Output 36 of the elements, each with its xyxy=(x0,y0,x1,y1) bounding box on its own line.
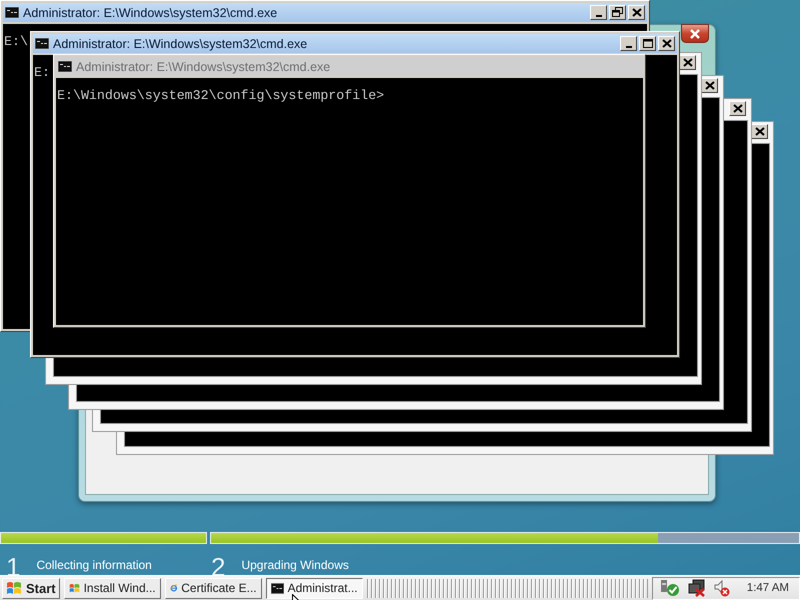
step-label: Collecting information xyxy=(36,558,152,572)
console-text: E:\ xyxy=(4,34,28,49)
close-icon xyxy=(730,102,744,115)
minimize-button[interactable] xyxy=(620,36,637,51)
window-title: Administrator: E:\Windows\system32\cmd.exe xyxy=(23,6,278,20)
restore-button[interactable] xyxy=(609,5,626,20)
window-title: Administrator: E:\Windows\system32\cmd.exe xyxy=(53,36,308,50)
network-error-icon[interactable] xyxy=(686,579,707,597)
minimize-button[interactable] xyxy=(590,5,607,20)
maximize-icon xyxy=(640,37,654,50)
step-label: Upgrading Windows xyxy=(241,558,349,572)
windows-flag-icon xyxy=(6,580,22,596)
taskbar-button[interactable]: Certificate E... xyxy=(164,578,262,598)
restore-icon xyxy=(610,6,624,19)
taskbar-button[interactable]: Install Wind... xyxy=(64,578,161,598)
cmd-icon xyxy=(35,38,49,49)
cmd-icon xyxy=(5,7,19,18)
minimize-icon xyxy=(626,46,632,48)
close-icon xyxy=(660,37,674,50)
close-button[interactable] xyxy=(681,24,709,43)
window-title: Administrator: E:\Windows\system32\cmd.exe xyxy=(76,60,332,74)
close-icon xyxy=(687,28,703,40)
start-button[interactable]: Start xyxy=(2,578,60,598)
close-icon xyxy=(752,125,766,138)
console-text: E: xyxy=(34,65,50,80)
clock: 1:47 AM xyxy=(746,582,789,594)
close-icon xyxy=(630,6,644,19)
cmd-icon xyxy=(58,61,72,72)
console-text: E:\Windows\system32\config\systemprofile> xyxy=(57,88,384,103)
close-icon xyxy=(680,56,694,69)
minimize-icon xyxy=(596,15,602,17)
taskbar-button[interactable]: Administrat... xyxy=(266,578,363,598)
cmd-icon xyxy=(270,582,284,594)
speaker-muted-icon[interactable] xyxy=(712,579,731,597)
maximize-button[interactable] xyxy=(639,36,656,51)
close-icon xyxy=(702,79,716,92)
